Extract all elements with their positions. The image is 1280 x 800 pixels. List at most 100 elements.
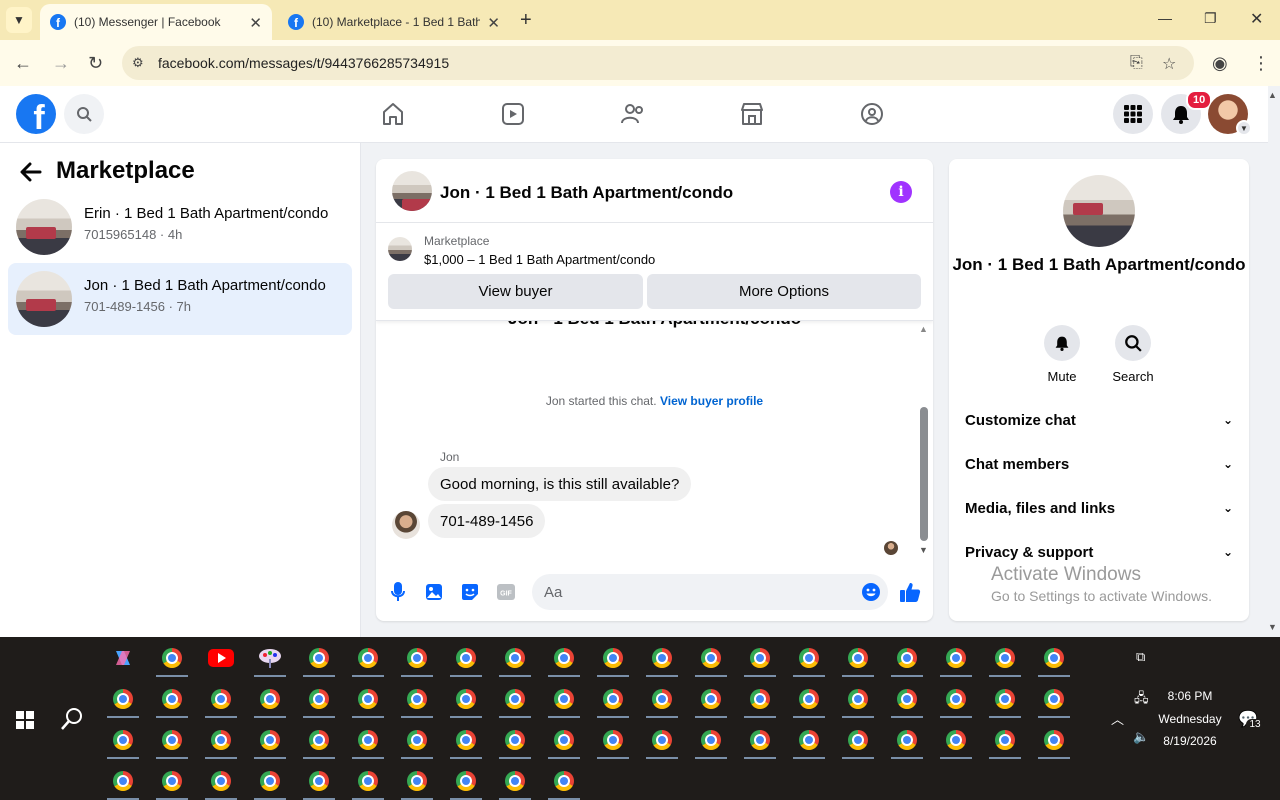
new-tab-icon[interactable]: + [520, 9, 532, 32]
browser-menu-icon[interactable]: ⋮ [1252, 53, 1270, 74]
chrome-window-icon[interactable] [838, 639, 878, 677]
restore-icon[interactable]: ❐ [1204, 10, 1217, 27]
network-icon[interactable]: 🖧 [1134, 689, 1149, 711]
chrome-window-icon[interactable] [1034, 680, 1074, 718]
chrome-window-icon[interactable] [152, 721, 192, 759]
marketplace-icon[interactable] [738, 100, 766, 128]
chrome-window-icon[interactable] [838, 721, 878, 759]
chrome-window-icon[interactable] [985, 721, 1025, 759]
message-bubble[interactable]: 701-489-1456 [428, 504, 546, 538]
scroll-down-arrow-icon[interactable]: ▼ [919, 545, 928, 555]
search-icon[interactable] [64, 94, 104, 134]
sticker-icon[interactable] [459, 581, 481, 603]
conversation-item-erin[interactable]: Erin · 1 Bed 1 Bath Apartment/condo 7015… [8, 191, 352, 263]
chrome-window-icon[interactable] [691, 639, 731, 677]
chrome-window-icon[interactable] [985, 680, 1025, 718]
chrome-window-icon[interactable] [152, 762, 192, 800]
site-info-icon[interactable]: ⚙ [132, 55, 144, 71]
chrome-window-icon[interactable] [299, 680, 339, 718]
chrome-window-icon[interactable] [299, 639, 339, 677]
clock-day[interactable]: Wednesday [1150, 712, 1230, 726]
chrome-window-icon[interactable] [593, 680, 633, 718]
youtube-icon[interactable] [201, 639, 241, 677]
volume-icon[interactable]: 🔈 [1133, 729, 1149, 745]
gif-icon[interactable]: GIF [495, 581, 517, 603]
facebook-logo-icon[interactable]: f [16, 94, 56, 134]
chrome-window-icon[interactable] [740, 721, 780, 759]
tab-search-dropdown-icon[interactable]: ▼ [6, 7, 32, 33]
chrome-window-icon[interactable] [250, 680, 290, 718]
microphone-icon[interactable] [387, 581, 409, 603]
chrome-window-icon[interactable] [838, 680, 878, 718]
emoji-icon[interactable] [860, 581, 882, 603]
chat-members-section[interactable]: Chat members ⌄ [965, 450, 1233, 478]
view-buyer-profile-link[interactable]: View buyer profile [660, 394, 763, 408]
chrome-window-icon[interactable] [397, 762, 437, 800]
chrome-window-icon[interactable] [691, 721, 731, 759]
paint-app-icon[interactable] [250, 639, 290, 677]
forward-icon[interactable]: → [52, 53, 70, 74]
scroll-up-arrow-icon[interactable]: ▲ [919, 324, 928, 334]
chrome-window-icon[interactable] [299, 721, 339, 759]
chrome-window-icon[interactable] [887, 680, 927, 718]
chrome-window-icon[interactable] [936, 680, 976, 718]
chrome-window-icon[interactable] [250, 721, 290, 759]
chrome-window-icon[interactable] [495, 721, 535, 759]
chrome-window-icon[interactable] [103, 762, 143, 800]
customize-chat-section[interactable]: Customize chat ⌄ [965, 406, 1233, 434]
photo-icon[interactable] [423, 581, 445, 603]
url-omnibox[interactable]: ⚙ facebook.com/messages/t/94437662857349… [122, 46, 1194, 80]
taskbar-search-icon[interactable] [60, 707, 84, 736]
chrome-window-icon[interactable] [789, 680, 829, 718]
chrome-window-icon[interactable] [1034, 721, 1074, 759]
tab-close-icon[interactable]: ✕ [487, 14, 500, 32]
page-scroll-down-icon[interactable]: ▼ [1268, 622, 1277, 632]
chrome-window-icon[interactable] [593, 721, 633, 759]
chrome-window-icon[interactable] [544, 762, 584, 800]
chrome-window-icon[interactable] [397, 639, 437, 677]
minimize-icon[interactable]: — [1158, 10, 1172, 26]
copilot-icon[interactable] [103, 639, 143, 677]
show-hidden-icons-chevron-up-icon[interactable]: ︿ [1111, 709, 1124, 728]
chrome-window-icon[interactable] [446, 639, 486, 677]
view-buyer-button[interactable]: View buyer [388, 274, 643, 309]
chrome-window-icon[interactable] [642, 721, 682, 759]
chrome-window-icon[interactable] [544, 639, 584, 677]
chrome-window-icon[interactable] [887, 639, 927, 677]
search-in-chat-button[interactable]: Search [1098, 325, 1168, 384]
chrome-window-icon[interactable] [985, 639, 1025, 677]
windows-start-icon[interactable] [16, 711, 34, 729]
chrome-window-icon[interactable] [446, 762, 486, 800]
groups-icon[interactable] [858, 100, 886, 128]
chrome-window-icon[interactable] [299, 762, 339, 800]
chrome-profile-icon[interactable] [152, 639, 192, 677]
message-list[interactable]: Jon · 1 Bed 1 Bath Apartment/condo Jon s… [376, 321, 933, 561]
conversation-item-jon[interactable]: Jon · 1 Bed 1 Bath Apartment/condo 701-4… [8, 263, 352, 335]
chrome-window-icon[interactable] [593, 639, 633, 677]
chrome-window-icon[interactable] [789, 639, 829, 677]
account-avatar[interactable]: ▼ [1208, 94, 1252, 136]
chrome-window-icon[interactable] [936, 639, 976, 677]
message-bubble[interactable]: Good morning, is this still available? [428, 467, 692, 501]
chrome-window-icon[interactable] [544, 721, 584, 759]
chrome-window-icon[interactable] [789, 721, 829, 759]
chrome-window-icon[interactable] [250, 762, 290, 800]
reload-icon[interactable]: ↻ [88, 53, 103, 74]
chrome-window-icon[interactable] [740, 639, 780, 677]
chat-title[interactable]: Jon · 1 Bed 1 Bath Apartment/condo [440, 183, 733, 203]
chrome-window-icon[interactable] [397, 680, 437, 718]
chrome-window-icon[interactable] [642, 639, 682, 677]
chrome-window-icon[interactable] [348, 721, 388, 759]
chrome-window-icon[interactable] [642, 680, 682, 718]
chrome-window-icon[interactable] [201, 721, 241, 759]
chrome-window-icon[interactable] [103, 680, 143, 718]
tab-messenger[interactable]: f (10) Messenger | Facebook ✕ [40, 4, 272, 40]
video-icon[interactable] [499, 100, 527, 128]
chrome-window-icon[interactable] [544, 680, 584, 718]
chrome-window-icon[interactable] [348, 762, 388, 800]
chrome-window-icon[interactable] [201, 680, 241, 718]
chrome-window-icon[interactable] [495, 680, 535, 718]
clock-time[interactable]: 8:06 PM [1150, 689, 1230, 703]
friends-icon[interactable] [619, 100, 647, 128]
mute-button[interactable]: Mute [1027, 325, 1097, 384]
